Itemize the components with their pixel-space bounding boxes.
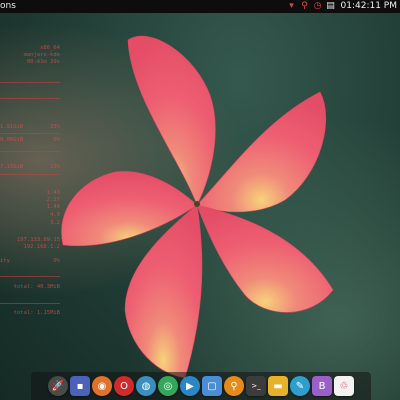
applications-menu[interactable]: ons <box>0 0 16 13</box>
window-icon[interactable]: ▢ <box>202 376 222 396</box>
conky-divider <box>0 82 60 83</box>
terminal-icon[interactable]: >_ <box>246 376 266 396</box>
conky-cpu-1: 1.43 <box>46 190 60 196</box>
conky-local-ip: 192.168.1.2 <box>23 244 60 250</box>
vlc-icon[interactable]: B <box>312 376 332 396</box>
trash-icon[interactable]: ♲ <box>334 376 354 396</box>
conky-divider <box>0 174 60 175</box>
conky-divider <box>0 276 60 277</box>
conky-uptime: 00:41m 39s <box>26 59 60 65</box>
conky-ram-percent: 33% <box>50 124 60 130</box>
conky-divider <box>0 98 60 99</box>
clock-icon[interactable]: ◷ <box>313 0 323 13</box>
conky-disk-used: 7.15GiB <box>0 164 24 170</box>
conky-divider <box>0 151 60 152</box>
folder-icon[interactable]: ▬ <box>268 376 288 396</box>
application-dock: 🚀 ▪ ◉ O ◍ ◎ ▶ ▢ ⚲ >_ ▬ ✎ B ♲ <box>31 372 371 400</box>
system-tray: ▾ ⚲ ◷ ▤ 01:42:11 PM <box>287 0 397 13</box>
conky-cpu-2: 2.27 <box>46 197 60 203</box>
opera-icon[interactable]: O <box>114 376 134 396</box>
conky-cpu-3: 1.48 <box>46 204 60 210</box>
conky-divider <box>0 133 60 134</box>
search-icon[interactable]: ⚲ <box>224 376 244 396</box>
plumeria-flower-image <box>61 35 334 379</box>
conky-swap-used: 0.00GiB <box>0 137 24 143</box>
chevron-down-icon[interactable]: ▾ <box>287 0 297 13</box>
conky-disk-percent: 13% <box>50 164 60 170</box>
conky-ram-used: 1.91GiB <box>0 124 24 130</box>
conky-divider <box>0 303 60 304</box>
media-player-icon[interactable]: ▶ <box>180 376 200 396</box>
firefox-icon[interactable]: ◉ <box>92 376 112 396</box>
search-icon[interactable]: ⚲ <box>300 0 310 13</box>
conky-core-1: 4.0 <box>50 212 60 218</box>
files-icon[interactable]: ▪ <box>70 376 90 396</box>
notes-icon[interactable]: ✎ <box>290 376 310 396</box>
network-globe-icon[interactable]: ◍ <box>136 376 156 396</box>
top-panel: ons ▾ ⚲ ◷ ▤ 01:42:11 PM <box>0 0 400 13</box>
conky-net-up: total: 1.15MiB <box>13 310 60 316</box>
conky-swap-percent: 0% <box>53 137 60 143</box>
conky-uptime-label: ity <box>0 258 10 264</box>
conky-core-2: 3.2 <box>50 220 60 226</box>
conky-uptime-value: 0% <box>53 258 60 264</box>
conky-public-ip: 197.133.89.15 <box>16 237 60 243</box>
conky-net-down: total: 40.3MiB <box>13 284 60 290</box>
conky-arch: x86_64 <box>40 45 60 51</box>
desktop-wallpaper <box>0 0 400 400</box>
calendar-icon[interactable]: ▤ <box>326 0 336 13</box>
rocket-launcher-icon[interactable]: 🚀 <box>48 376 68 396</box>
conky-hostname: manjaro-kde <box>23 52 60 58</box>
chromium-icon[interactable]: ◎ <box>158 376 178 396</box>
panel-clock[interactable]: 01:42:11 PM <box>341 0 397 13</box>
